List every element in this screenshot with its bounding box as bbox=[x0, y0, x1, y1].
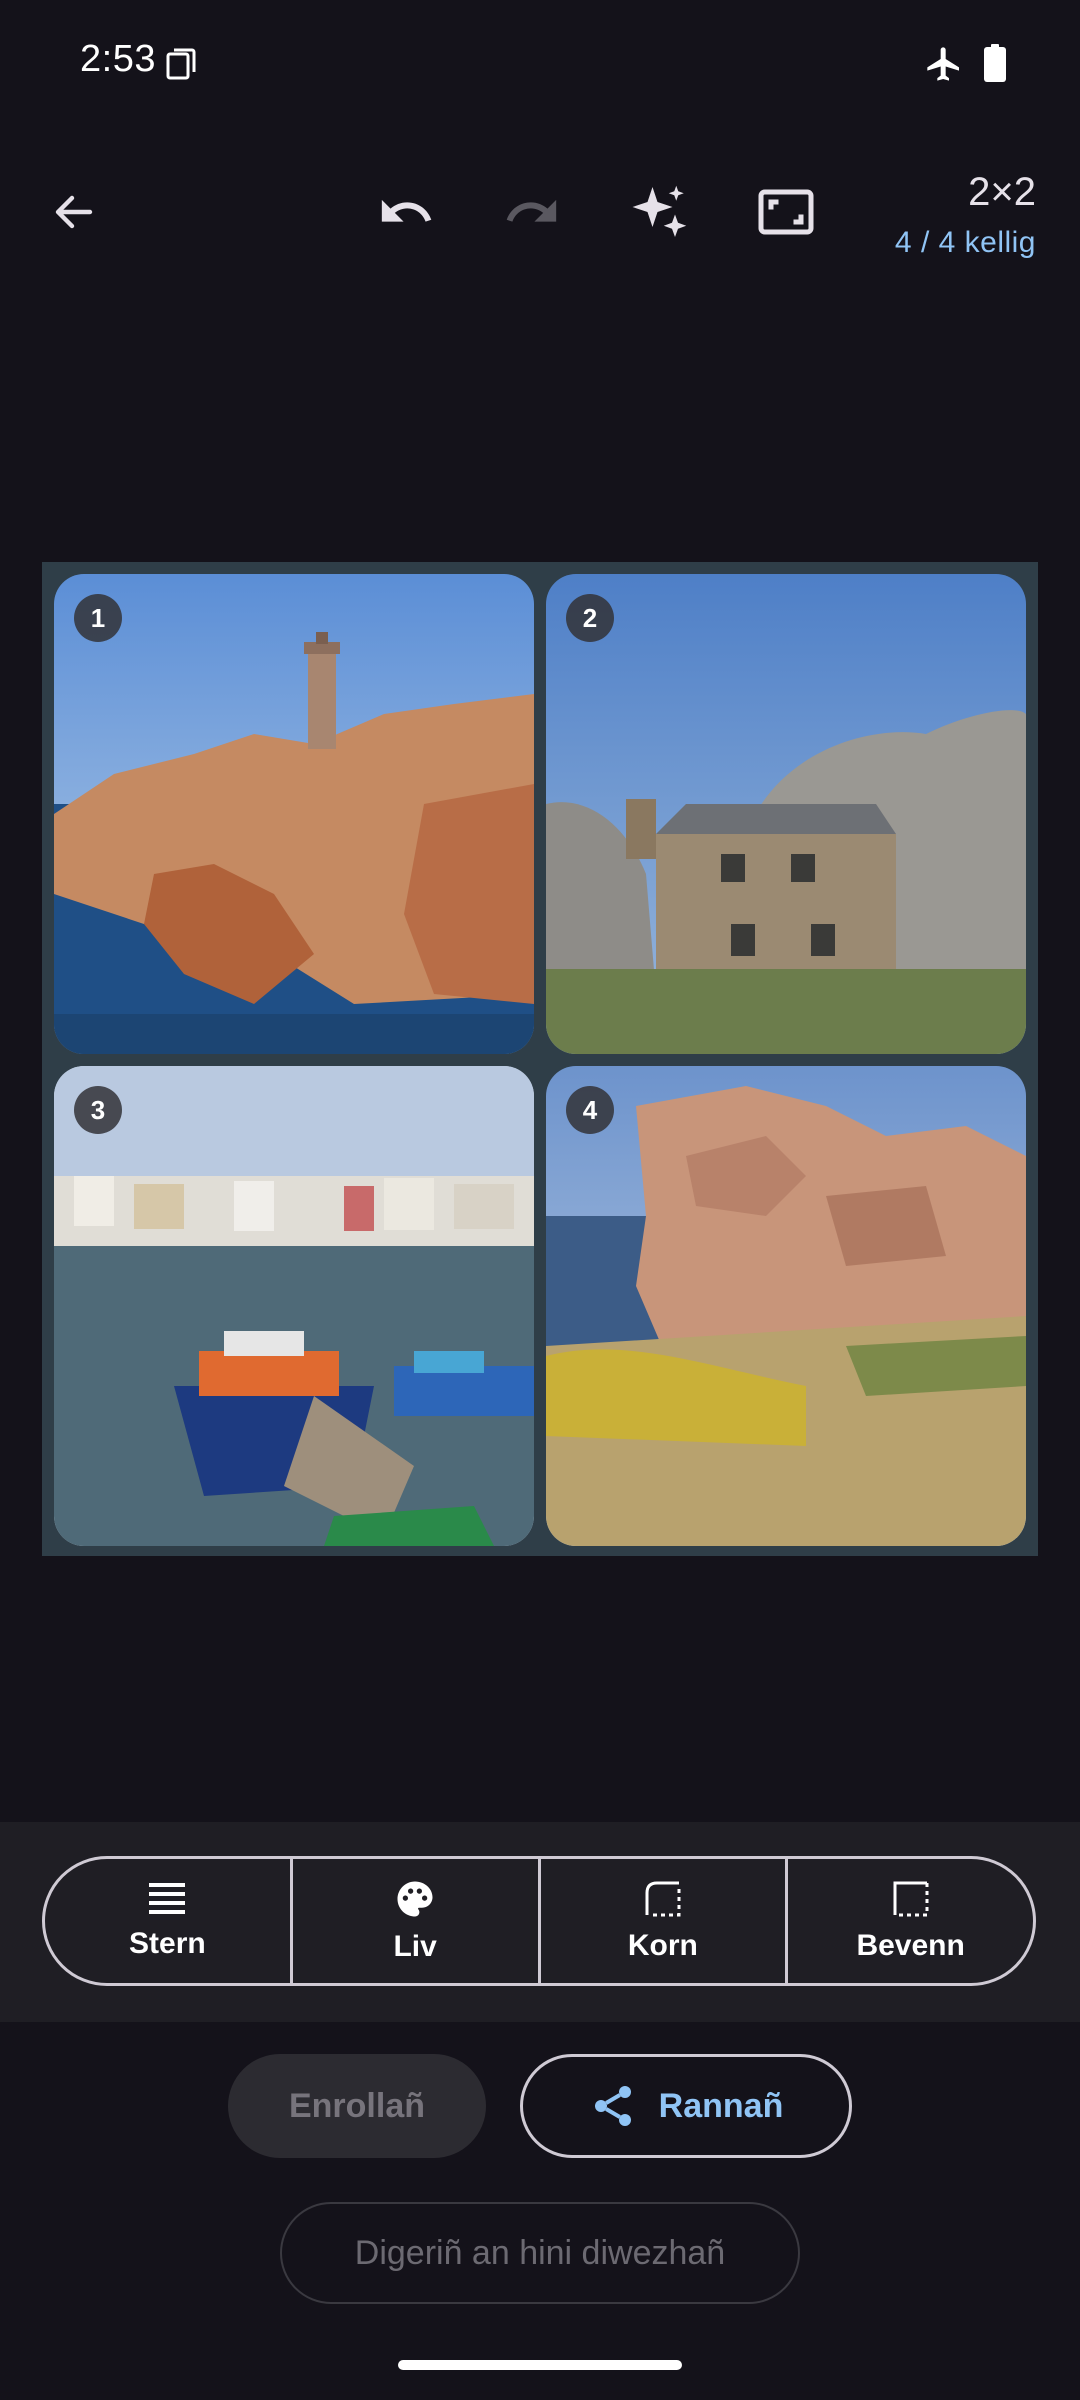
collage-cell-2[interactable]: 2 bbox=[546, 574, 1026, 1054]
auto-enhance-icon bbox=[632, 185, 687, 237]
grid-size-label[interactable]: 2×2 bbox=[968, 170, 1036, 215]
collage-canvas: 1 2 3 4 bbox=[42, 562, 1038, 1556]
redo-icon bbox=[506, 199, 557, 222]
tool-label: Stern bbox=[129, 1927, 206, 1960]
tool-corner-button[interactable]: Korn bbox=[541, 1859, 789, 1983]
cell-number-badge: 1 bbox=[74, 594, 122, 642]
tool-segmented-group: Stern Liv Korn Bevenn bbox=[42, 1856, 1036, 1986]
tool-border-button[interactable]: Bevenn bbox=[788, 1859, 1033, 1983]
sim-card-icon bbox=[166, 48, 196, 80]
back-arrow-icon bbox=[55, 195, 93, 229]
palette-icon bbox=[397, 1881, 433, 1917]
aspect-ratio-button[interactable] bbox=[754, 180, 818, 244]
tool-label: Korn bbox=[627, 1929, 698, 1962]
battery-icon bbox=[984, 44, 1006, 82]
collage-cell-1[interactable]: 1 bbox=[54, 574, 534, 1054]
airplane-mode-icon bbox=[927, 47, 959, 81]
tool-layout-button[interactable]: Stern bbox=[45, 1859, 293, 1983]
layout-lines-icon bbox=[149, 1883, 186, 1914]
harbor-photo bbox=[54, 1066, 534, 1546]
collage-cell-4[interactable]: 4 bbox=[546, 1066, 1026, 1546]
tool-color-button[interactable]: Liv bbox=[293, 1859, 541, 1983]
status-time: 2:53 bbox=[80, 38, 156, 80]
lighthouse-photo bbox=[54, 574, 534, 1054]
undo-button[interactable] bbox=[374, 180, 438, 244]
cell-number-badge: 3 bbox=[74, 1086, 122, 1134]
share-icon bbox=[594, 2086, 631, 2126]
share-label: Rannañ bbox=[658, 2086, 784, 2125]
collage-cell-3[interactable]: 3 bbox=[54, 1066, 534, 1546]
granite-rocks-photo bbox=[546, 1066, 1026, 1546]
redo-button[interactable] bbox=[500, 180, 564, 244]
save-button[interactable]: Enrollañ bbox=[228, 2054, 486, 2158]
corner-radius-icon bbox=[645, 1881, 681, 1917]
cell-number-badge: 4 bbox=[566, 1086, 614, 1134]
cell-count-label: 4 / 4 kellig bbox=[894, 226, 1036, 259]
border-frame-icon bbox=[893, 1881, 929, 1917]
restore-last-button[interactable]: Digeriñ an hini diwezhañ bbox=[280, 2202, 800, 2304]
back-button[interactable] bbox=[42, 180, 106, 244]
share-button[interactable]: Rannañ bbox=[520, 2054, 852, 2158]
gesture-nav-bar[interactable] bbox=[398, 2360, 682, 2370]
tool-label: Liv bbox=[393, 1930, 437, 1963]
auto-enhance-button[interactable] bbox=[628, 180, 692, 244]
cell-number-badge: 2 bbox=[566, 594, 614, 642]
tool-label: Bevenn bbox=[856, 1929, 965, 1962]
stone-house-photo bbox=[546, 574, 1026, 1054]
undo-icon bbox=[381, 199, 432, 222]
aspect-frame-icon bbox=[758, 189, 814, 235]
